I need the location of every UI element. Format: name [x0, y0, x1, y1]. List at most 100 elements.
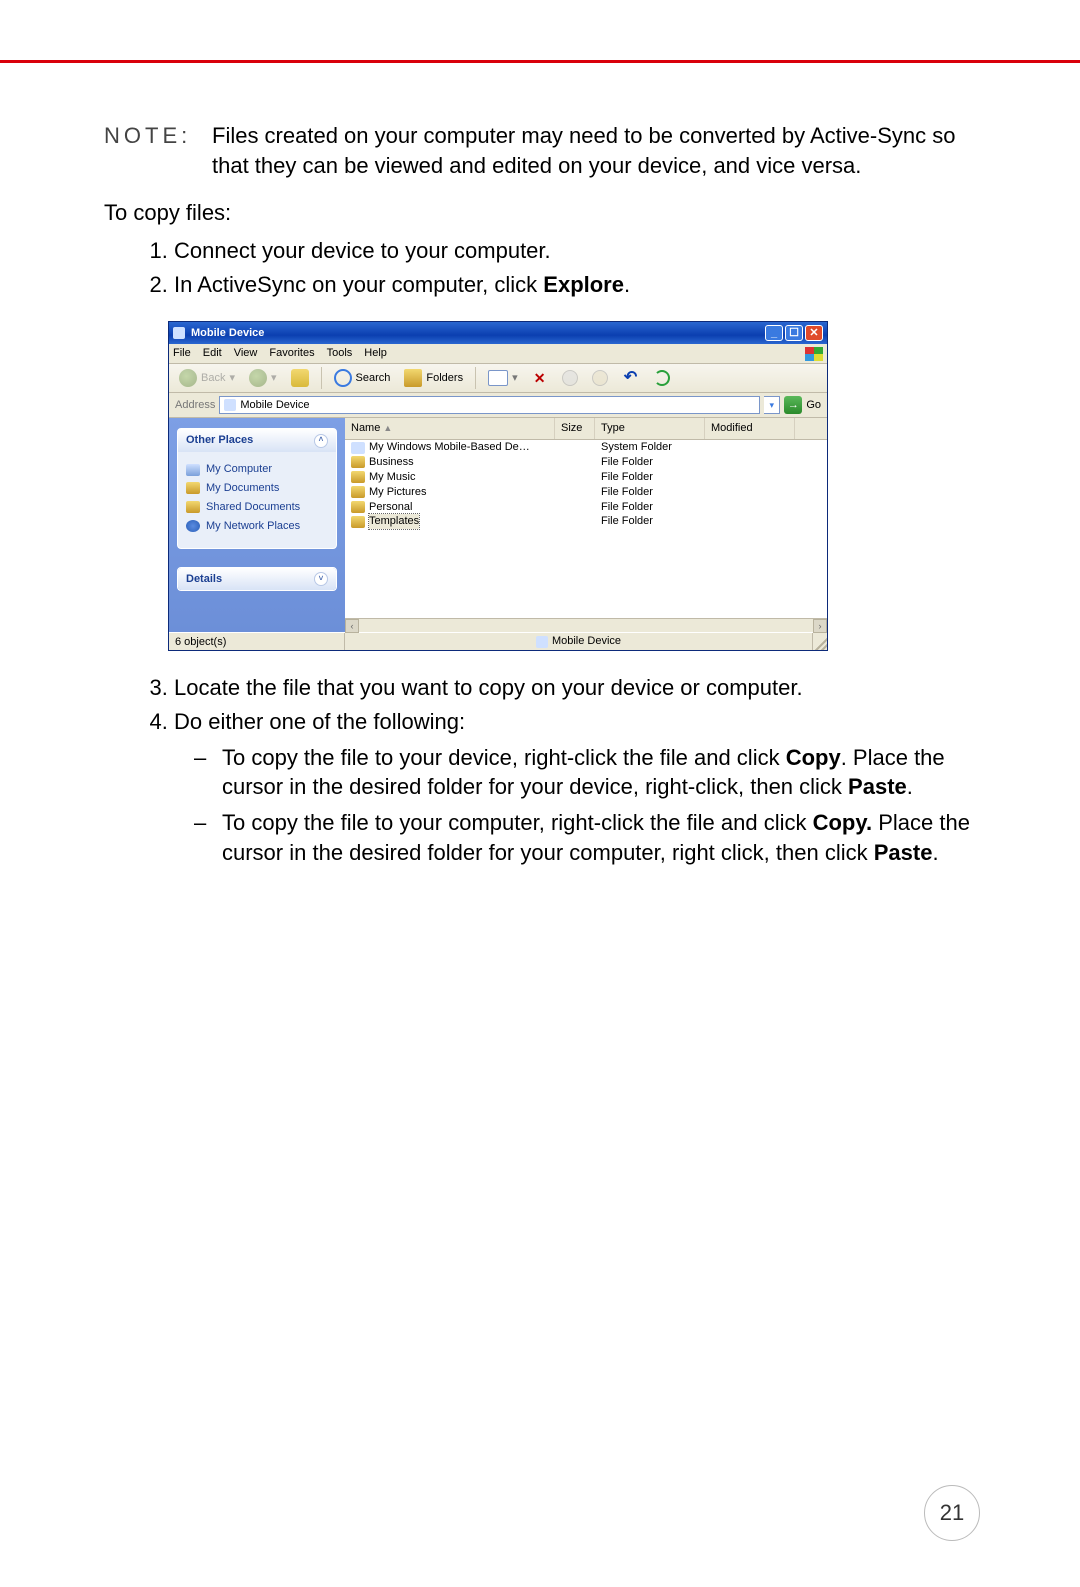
folder-icon	[351, 456, 365, 468]
col-size[interactable]: Size	[555, 418, 595, 439]
window-titlebar[interactable]: Mobile Device _ ☐ ✕	[169, 322, 827, 344]
horizontal-scrollbar[interactable]: ‹ ›	[345, 618, 827, 632]
refresh-icon	[654, 370, 670, 386]
copy-button[interactable]	[558, 368, 582, 388]
file-name: My Windows Mobile-Based De…	[369, 440, 530, 455]
status-location: Mobile Device	[345, 633, 813, 650]
step-4-text: Do either one of the following:	[174, 709, 465, 734]
undo-icon: ↶	[622, 370, 640, 386]
scroll-right-button[interactable]: ›	[813, 619, 827, 633]
folders-label: Folders	[426, 371, 463, 386]
table-row[interactable]: BusinessFile Folder	[345, 455, 827, 470]
folder-icon	[186, 501, 200, 513]
file-type: File Folder	[601, 485, 711, 500]
minimize-button[interactable]: _	[765, 325, 783, 341]
other-places-header[interactable]: Other Places ˄	[178, 429, 336, 452]
col-type[interactable]: Type	[595, 418, 705, 439]
details-title: Details	[186, 572, 222, 587]
windows-flag-icon	[805, 347, 823, 361]
address-label: Address	[175, 398, 215, 413]
file-type: File Folder	[601, 455, 711, 470]
up-button[interactable]	[287, 367, 313, 389]
address-field[interactable]: Mobile Device	[219, 396, 760, 414]
page-number: 21	[924, 1485, 980, 1541]
menu-tools[interactable]: Tools	[327, 346, 353, 361]
up-folder-icon	[291, 369, 309, 387]
toolbar-separator	[475, 367, 476, 389]
go-button[interactable]: →	[784, 396, 802, 414]
note-text: Files created on your computer may need …	[212, 121, 976, 180]
sidebar-item-shared-documents[interactable]: Shared Documents	[186, 500, 328, 515]
table-row[interactable]: My Windows Mobile-Based De… System Folder	[345, 440, 827, 455]
explorer-window: Mobile Device _ ☐ ✕ File Edit View Favor…	[168, 321, 828, 651]
file-type: System Folder	[601, 440, 711, 455]
menu-edit[interactable]: Edit	[203, 346, 222, 361]
resize-grip-icon[interactable]	[813, 633, 827, 650]
col-modified[interactable]: Modified	[705, 418, 795, 439]
maximize-button[interactable]: ☐	[785, 325, 803, 341]
forward-button[interactable]: ▾	[245, 367, 281, 389]
t: .	[932, 840, 938, 865]
address-dropdown[interactable]: ▾	[764, 396, 780, 414]
close-button[interactable]: ✕	[805, 325, 823, 341]
menu-bar: File Edit View Favorites Tools Help	[169, 344, 827, 364]
delete-icon: ✕	[532, 370, 548, 386]
step-4-sublist: To copy the file to your device, right-c…	[174, 743, 976, 868]
delete-button[interactable]: ✕	[528, 368, 552, 388]
t: .	[907, 774, 913, 799]
table-row[interactable]: My MusicFile Folder	[345, 470, 827, 485]
step-2-bold: Explore	[543, 272, 624, 297]
paste-icon	[592, 370, 608, 386]
scroll-left-button[interactable]: ‹	[345, 619, 359, 633]
menu-help[interactable]: Help	[364, 346, 387, 361]
t: Copy.	[813, 810, 872, 835]
collapse-icon[interactable]: ˄	[314, 434, 328, 448]
search-label: Search	[356, 371, 391, 386]
chevron-down-icon: ▾	[512, 371, 518, 386]
step-2-post: .	[624, 272, 630, 297]
step-1: Connect your device to your computer.	[174, 236, 976, 266]
paste-button[interactable]	[588, 368, 612, 388]
step-2-pre: In ActiveSync on your computer, click	[174, 272, 543, 297]
views-button[interactable]: ▾	[484, 368, 522, 388]
file-type: File Folder	[601, 500, 711, 515]
back-button[interactable]: Back ▾	[175, 367, 239, 389]
folder-icon	[351, 486, 365, 498]
menu-view[interactable]: View	[234, 346, 258, 361]
col-name[interactable]: Name ▲	[345, 418, 555, 439]
sidebar-item-my-computer[interactable]: My Computer	[186, 462, 328, 477]
menu-file[interactable]: File	[173, 346, 191, 361]
table-row[interactable]: TemplatesFile Folder	[345, 514, 827, 529]
sidebar-item-my-documents[interactable]: My Documents	[186, 481, 328, 496]
toolbar-separator	[321, 367, 322, 389]
toolbar: Back ▾ ▾ Search Folders ▾ ✕	[169, 364, 827, 393]
steps-list: Connect your device to your computer. In…	[104, 236, 976, 299]
folder-icon	[186, 482, 200, 494]
network-icon	[186, 520, 200, 532]
folders-icon	[404, 369, 422, 387]
folder-icon	[351, 516, 365, 528]
sidebar-item-label: My Network Places	[206, 519, 300, 534]
back-icon	[179, 369, 197, 387]
other-places-box: Other Places ˄ My Computer My Documents …	[177, 428, 337, 548]
table-row[interactable]: PersonalFile Folder	[345, 500, 827, 515]
mobile-device-icon	[224, 399, 236, 411]
undo-button[interactable]: ↶	[618, 368, 644, 388]
sidebar-item-my-network-places[interactable]: My Network Places	[186, 519, 328, 534]
computer-icon	[186, 464, 200, 476]
file-name: My Pictures	[369, 485, 426, 500]
menu-favorites[interactable]: Favorites	[269, 346, 314, 361]
other-places-list: My Computer My Documents Shared Document…	[178, 452, 336, 547]
folders-button[interactable]: Folders	[400, 367, 467, 389]
expand-icon[interactable]: ˅	[314, 572, 328, 586]
search-button[interactable]: Search	[330, 367, 395, 389]
details-header[interactable]: Details ˅	[178, 568, 336, 591]
details-box: Details ˅	[177, 567, 337, 592]
status-bar: 6 object(s) Mobile Device	[169, 632, 827, 650]
t: Paste	[848, 774, 907, 799]
document-body: NOTE: Files created on your computer may…	[0, 63, 1080, 867]
explorer-panes: Other Places ˄ My Computer My Documents …	[169, 418, 827, 632]
refresh-button[interactable]	[650, 368, 674, 388]
table-row[interactable]: My Pictures File Folder	[345, 485, 827, 500]
mobile-device-icon	[173, 327, 185, 339]
